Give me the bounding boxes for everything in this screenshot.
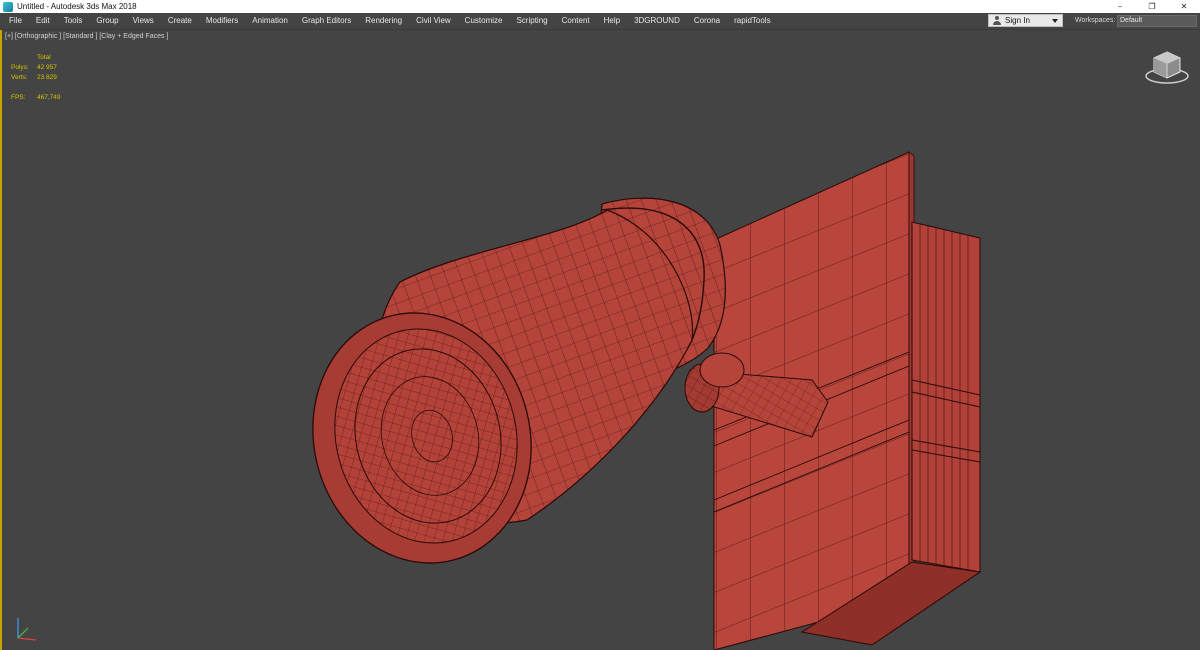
menu-items: File Edit Tools Group Views Create Modifiers An… [0, 13, 779, 29]
scene-model[interactable] [2, 30, 1200, 650]
title-bar: Untitled - Autodesk 3ds Max 2018 – ❐ ✕ [0, 0, 1200, 14]
workspaces-label: Workspaces: [1075, 17, 1116, 24]
fps-label: FPS: [11, 94, 26, 101]
verts-label: Verts: [11, 74, 28, 81]
viewport-label[interactable]: [+] [Orthographic ] [Standard ] [Clay + … [5, 33, 168, 40]
user-icon [993, 16, 1001, 25]
close-button[interactable]: ✕ [1168, 0, 1200, 13]
window-controls: – ❐ ✕ [1104, 0, 1200, 13]
menu-item-file[interactable]: File [3, 13, 30, 29]
menu-item-rapidtools[interactable]: rapidTools [728, 13, 778, 29]
sign-in-dropdown[interactable]: Sign In [988, 14, 1063, 27]
menu-item-civil-view[interactable]: Civil View [410, 13, 459, 29]
minimize-button[interactable]: – [1104, 0, 1136, 13]
menu-item-customize[interactable]: Customize [459, 13, 511, 29]
verts-value: 23 829 [37, 74, 57, 81]
menu-item-help[interactable]: Help [598, 13, 628, 29]
perspective-viewport[interactable]: [+] [Orthographic ] [Standard ] [Clay + … [0, 30, 1200, 650]
menu-item-content[interactable]: Content [556, 13, 598, 29]
fps-value: 467,749 [37, 94, 61, 101]
viewcube-icon[interactable] [1144, 50, 1190, 86]
menu-item-animation[interactable]: Animation [246, 13, 296, 29]
window-title: Untitled - Autodesk 3ds Max 2018 [17, 2, 137, 11]
menu-item-group[interactable]: Group [90, 13, 126, 29]
menu-item-tools[interactable]: Tools [58, 13, 91, 29]
lamp-housing[interactable] [287, 197, 726, 586]
menu-item-edit[interactable]: Edit [30, 13, 58, 29]
workspaces-select[interactable]: Default [1117, 15, 1197, 27]
menu-item-scripting[interactable]: Scripting [510, 13, 555, 29]
menu-item-corona[interactable]: Corona [688, 13, 728, 29]
polys-label: Polys: [11, 64, 29, 71]
menu-item-views[interactable]: Views [127, 13, 162, 29]
chevron-down-icon [1052, 18, 1058, 23]
menu-item-modifiers[interactable]: Modifiers [200, 13, 246, 29]
app-icon [3, 1, 13, 12]
restore-button[interactable]: ❐ [1136, 0, 1168, 13]
menu-item-rendering[interactable]: Rendering [359, 13, 410, 29]
polys-value: 42 957 [37, 64, 57, 71]
menu-item-3dground[interactable]: 3DGROUND [628, 13, 688, 29]
menu-item-graph-editors[interactable]: Graph Editors [296, 13, 359, 29]
sign-in-label: Sign In [1005, 16, 1030, 25]
stats-header: Total [37, 54, 51, 61]
axis-tripod-icon [17, 618, 37, 641]
menu-item-create[interactable]: Create [162, 13, 200, 29]
menu-bar: File Edit Tools Group Views Create Modifiers An… [0, 13, 1200, 30]
viewport-stats: Total Polys: 42 957 Verts: 23 829 FPS: 467,… [11, 53, 61, 103]
